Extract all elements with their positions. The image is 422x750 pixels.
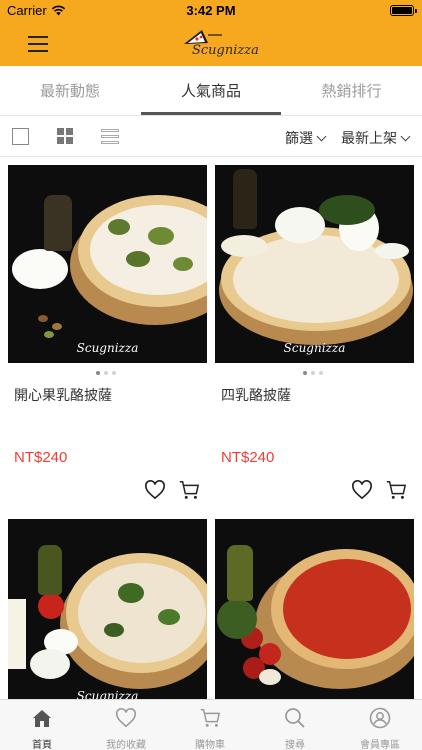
tab-bestseller[interactable]: 熱銷排行 bbox=[281, 66, 422, 116]
heart-icon bbox=[116, 707, 136, 728]
sort-label: 最新上架 bbox=[341, 131, 397, 147]
brand-logo: Scugnizza bbox=[178, 26, 259, 62]
nav-label: 購物車 bbox=[195, 740, 225, 750]
product-image[interactable] bbox=[215, 519, 414, 699]
list-toolbar: 篩選 最新上架 bbox=[0, 117, 422, 157]
heart-icon[interactable] bbox=[351, 480, 373, 500]
chevron-down-icon bbox=[400, 131, 411, 141]
single-view-icon[interactable] bbox=[12, 128, 29, 145]
nav-favorites[interactable]: 我的收藏 bbox=[84, 700, 168, 750]
image-pagination bbox=[96, 371, 120, 375]
nav-home[interactable]: 首頁 bbox=[0, 700, 84, 750]
bottom-tab-bar: 首頁 我的收藏 購物車 搜尋 會員專區 bbox=[0, 699, 422, 750]
nav-label: 搜尋 bbox=[285, 740, 305, 750]
list-view-icon[interactable] bbox=[101, 129, 119, 144]
chevron-down-icon bbox=[316, 131, 327, 141]
clock: 3:42 PM bbox=[186, 3, 236, 18]
user-icon bbox=[369, 707, 391, 729]
product-image[interactable]: Scugnizza bbox=[8, 165, 207, 363]
nav-label: 我的收藏 bbox=[106, 740, 146, 750]
tab-popular[interactable]: 人氣商品 bbox=[141, 66, 281, 116]
product-image[interactable]: Scugnizza bbox=[8, 519, 207, 699]
tab-latest[interactable]: 最新動態 bbox=[0, 66, 140, 116]
cart-icon[interactable] bbox=[385, 479, 407, 501]
category-tabs: 最新動態 人氣商品 熱銷排行 bbox=[0, 66, 422, 116]
filter-label: 篩選 bbox=[285, 131, 313, 147]
search-icon bbox=[285, 708, 305, 728]
image-watermark: Scugnizza bbox=[283, 341, 346, 355]
product-price: NT$240 bbox=[221, 449, 275, 466]
product-price: NT$240 bbox=[14, 449, 68, 466]
image-watermark: Scugnizza bbox=[76, 341, 139, 355]
product-name[interactable]: 開心果乳酪披薩 bbox=[14, 385, 112, 405]
cart-icon[interactable] bbox=[178, 479, 200, 501]
grid-view-icon[interactable] bbox=[57, 128, 74, 145]
status-bar: Carrier 3:42 PM bbox=[0, 0, 422, 22]
logo-text: Scugnizza bbox=[192, 43, 259, 58]
menu-icon[interactable] bbox=[28, 36, 48, 52]
active-tab-indicator bbox=[141, 112, 281, 115]
nav-label: 會員專區 bbox=[360, 740, 400, 750]
nav-search[interactable]: 搜尋 bbox=[253, 700, 337, 750]
nav-label: 首頁 bbox=[32, 740, 52, 750]
product-name[interactable]: 四乳酪披薩 bbox=[221, 385, 291, 405]
nav-cart[interactable]: 購物車 bbox=[168, 700, 252, 750]
battery-icon bbox=[390, 5, 417, 16]
product-image[interactable]: Scugnizza bbox=[215, 165, 414, 363]
sort-button[interactable]: 最新上架 bbox=[341, 128, 411, 148]
cart-icon bbox=[200, 709, 221, 727]
heart-icon[interactable] bbox=[144, 480, 166, 500]
image-watermark: Scugnizza bbox=[76, 689, 139, 699]
nav-member[interactable]: 會員專區 bbox=[338, 700, 422, 750]
image-pagination bbox=[303, 371, 327, 375]
app-header: Scugnizza bbox=[0, 22, 422, 66]
filter-button[interactable]: 篩選 bbox=[285, 128, 327, 148]
home-icon bbox=[33, 710, 51, 727]
